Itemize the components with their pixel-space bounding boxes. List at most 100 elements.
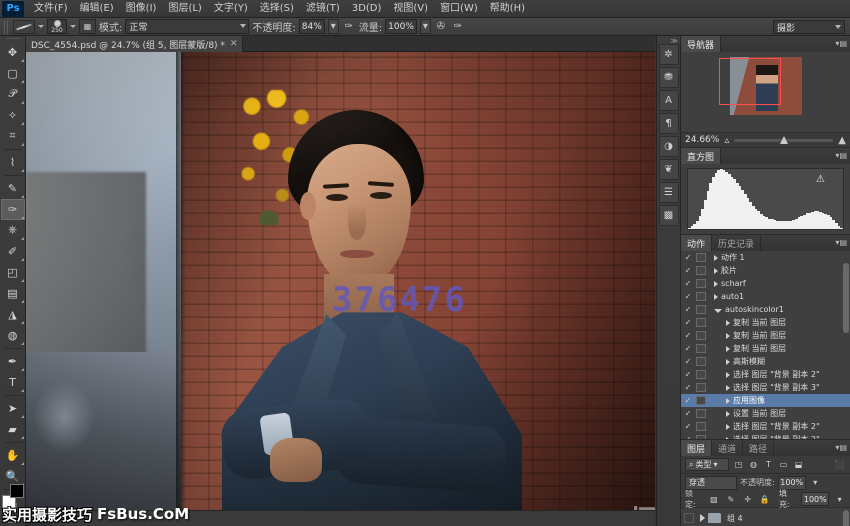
brush-preview-chevron-icon[interactable] xyxy=(38,25,44,28)
action-row[interactable]: ✓autoskincolor1 xyxy=(681,303,850,316)
action-enabled-checkbox[interactable]: ✓ xyxy=(683,253,693,262)
action-dialog-toggle[interactable] xyxy=(696,266,706,275)
menu-item-0[interactable]: 文件(F) xyxy=(28,0,74,18)
options-bar-grip[interactable] xyxy=(4,20,10,34)
actions-list[interactable]: ✓动作 1✓胶片✓scharf✓auto1✓autoskincolor1✓复制 … xyxy=(681,251,850,439)
document-tab[interactable]: DSC_4554.psd @ 24.7% (组 5, 图层蒙版/8) * ✕ xyxy=(26,36,243,52)
quick-selection-tool[interactable]: ✧ xyxy=(1,105,25,126)
action-dialog-toggle[interactable] xyxy=(696,357,706,366)
menu-item-9[interactable]: 窗口(W) xyxy=(434,0,484,18)
chevron-right-icon[interactable] xyxy=(726,359,730,365)
layer-filter-icon-1[interactable]: ◍ xyxy=(747,458,760,471)
actions-scrollbar[interactable] xyxy=(843,263,849,333)
lock-image-icon[interactable]: ✎ xyxy=(724,493,737,506)
chevron-right-icon[interactable] xyxy=(726,411,730,417)
navigator-view-frame[interactable] xyxy=(719,58,781,105)
canvas-area[interactable]: 376476 poco 摄影专题 http://photo.poco.cn xyxy=(26,52,655,526)
action-enabled-checkbox[interactable]: ✓ xyxy=(683,396,693,405)
pen-tool[interactable]: ✒ xyxy=(1,351,25,372)
rail-expand-icon[interactable]: ≫ xyxy=(671,37,678,45)
action-dialog-toggle[interactable] xyxy=(696,435,706,439)
lock-position-icon[interactable]: ✛ xyxy=(741,493,754,506)
action-dialog-toggle[interactable] xyxy=(696,344,706,353)
chevron-down-icon[interactable] xyxy=(714,309,722,313)
crop-tool[interactable]: ⌗ xyxy=(1,126,25,147)
menu-item-7[interactable]: 3D(D) xyxy=(346,0,388,18)
layer-filter-icon-3[interactable]: ▭ xyxy=(777,458,790,471)
blend-mode-select[interactable]: 正常 xyxy=(125,19,249,34)
action-dialog-toggle[interactable] xyxy=(696,253,706,262)
action-dialog-toggle[interactable] xyxy=(696,370,706,379)
eye-icon[interactable] xyxy=(684,513,694,523)
menu-item-3[interactable]: 图层(L) xyxy=(162,0,207,18)
zoom-out-icon[interactable]: ▵ xyxy=(724,135,729,146)
menu-item-8[interactable]: 视图(V) xyxy=(387,0,434,18)
layer-filter-toggle-icon[interactable]: ⬛ xyxy=(833,458,846,471)
brush-tool[interactable]: ✑ xyxy=(1,199,25,220)
path-selection-tool[interactable]: ➤ xyxy=(1,398,25,419)
properties-rail-icon[interactable]: ▩ xyxy=(659,205,679,226)
tab-history[interactable]: 历史记录 xyxy=(712,235,761,251)
chevron-right-icon[interactable] xyxy=(726,385,730,391)
chevron-right-icon[interactable] xyxy=(726,424,730,430)
flow-stepper[interactable]: ▾ xyxy=(420,19,431,34)
menu-item-6[interactable]: 滤镜(T) xyxy=(300,0,346,18)
histogram-panel-menu-icon[interactable]: ▾▤ xyxy=(835,151,847,160)
action-enabled-checkbox[interactable]: ✓ xyxy=(683,305,693,314)
action-dialog-toggle[interactable] xyxy=(696,331,706,340)
action-enabled-checkbox[interactable]: ✓ xyxy=(683,383,693,392)
chevron-right-icon[interactable] xyxy=(726,372,730,378)
action-enabled-checkbox[interactable]: ✓ xyxy=(683,279,693,288)
layer-opacity-stepper[interactable]: ▾ xyxy=(809,476,822,489)
lock-transparent-icon[interactable]: ▨ xyxy=(708,493,721,506)
action-enabled-checkbox[interactable]: ✓ xyxy=(683,370,693,379)
layer-filter-type-select[interactable]: ⌕ 类型 ▾ xyxy=(685,458,729,471)
action-row[interactable]: ✓选择 图层 "背景 副本 2" xyxy=(681,420,850,433)
layers-scrollbar[interactable] xyxy=(843,510,849,526)
flow-pressure-icon[interactable]: ✑ xyxy=(451,20,465,34)
tab-actions[interactable]: 动作 xyxy=(681,235,712,251)
menu-item-5[interactable]: 选择(S) xyxy=(254,0,300,18)
brush-size-picker[interactable]: 250 xyxy=(47,19,67,34)
eyedropper-tool[interactable]: ⌇ xyxy=(1,152,25,173)
action-enabled-checkbox[interactable]: ✓ xyxy=(683,266,693,275)
action-row[interactable]: ✓选择 图层 "背景 副本 2" xyxy=(681,433,850,439)
action-dialog-toggle[interactable] xyxy=(696,292,706,301)
action-row[interactable]: ✓auto1 xyxy=(681,290,850,303)
chevron-right-icon[interactable] xyxy=(726,346,730,352)
close-icon[interactable]: ✕ xyxy=(230,39,238,49)
navigator-zoom-knob[interactable] xyxy=(780,136,788,144)
action-enabled-checkbox[interactable]: ✓ xyxy=(683,292,693,301)
chevron-right-icon[interactable] xyxy=(726,333,730,339)
action-dialog-toggle[interactable] xyxy=(696,279,706,288)
tools-panel-grip[interactable] xyxy=(6,38,20,39)
action-dialog-toggle[interactable] xyxy=(696,409,706,418)
color-rail-icon[interactable]: ◑ xyxy=(659,136,679,157)
layer-fill-stepper[interactable]: ▾ xyxy=(833,493,846,506)
menu-item-4[interactable]: 文字(Y) xyxy=(208,0,254,18)
chevron-right-icon[interactable] xyxy=(726,437,730,440)
character-rail-icon[interactable]: A xyxy=(659,90,679,111)
layer-blend-mode-select[interactable]: 穿透 xyxy=(685,476,737,490)
type-tool[interactable]: T xyxy=(1,372,25,393)
action-row[interactable]: ✓scharf xyxy=(681,277,850,290)
paragraph-rail-icon[interactable]: ¶ xyxy=(659,113,679,134)
action-enabled-checkbox[interactable]: ✓ xyxy=(683,435,693,439)
action-row[interactable]: ✓应用图像 xyxy=(681,394,850,407)
action-enabled-checkbox[interactable]: ✓ xyxy=(683,422,693,431)
tab-histogram[interactable]: 直方图 xyxy=(681,148,721,164)
action-enabled-checkbox[interactable]: ✓ xyxy=(683,344,693,353)
layer-filter-icon-2[interactable]: T xyxy=(762,458,775,471)
tab-layers-1[interactable]: 通道 xyxy=(712,440,743,456)
action-enabled-checkbox[interactable]: ✓ xyxy=(683,331,693,340)
action-dialog-toggle[interactable] xyxy=(696,396,706,405)
action-dialog-toggle[interactable] xyxy=(696,383,706,392)
layers-panel-menu-icon[interactable]: ▾▤ xyxy=(835,443,847,452)
menu-item-1[interactable]: 编辑(E) xyxy=(74,0,120,18)
airbrush-toggle-icon[interactable]: ✇ xyxy=(434,20,448,34)
action-row[interactable]: ✓复制 当前 图层 xyxy=(681,316,850,329)
layer-fill-input[interactable]: 100% xyxy=(801,492,829,506)
action-dialog-toggle[interactable] xyxy=(696,318,706,327)
navigator-preview[interactable] xyxy=(681,52,850,132)
opacity-pressure-toggle[interactable]: ▾ xyxy=(328,19,339,34)
